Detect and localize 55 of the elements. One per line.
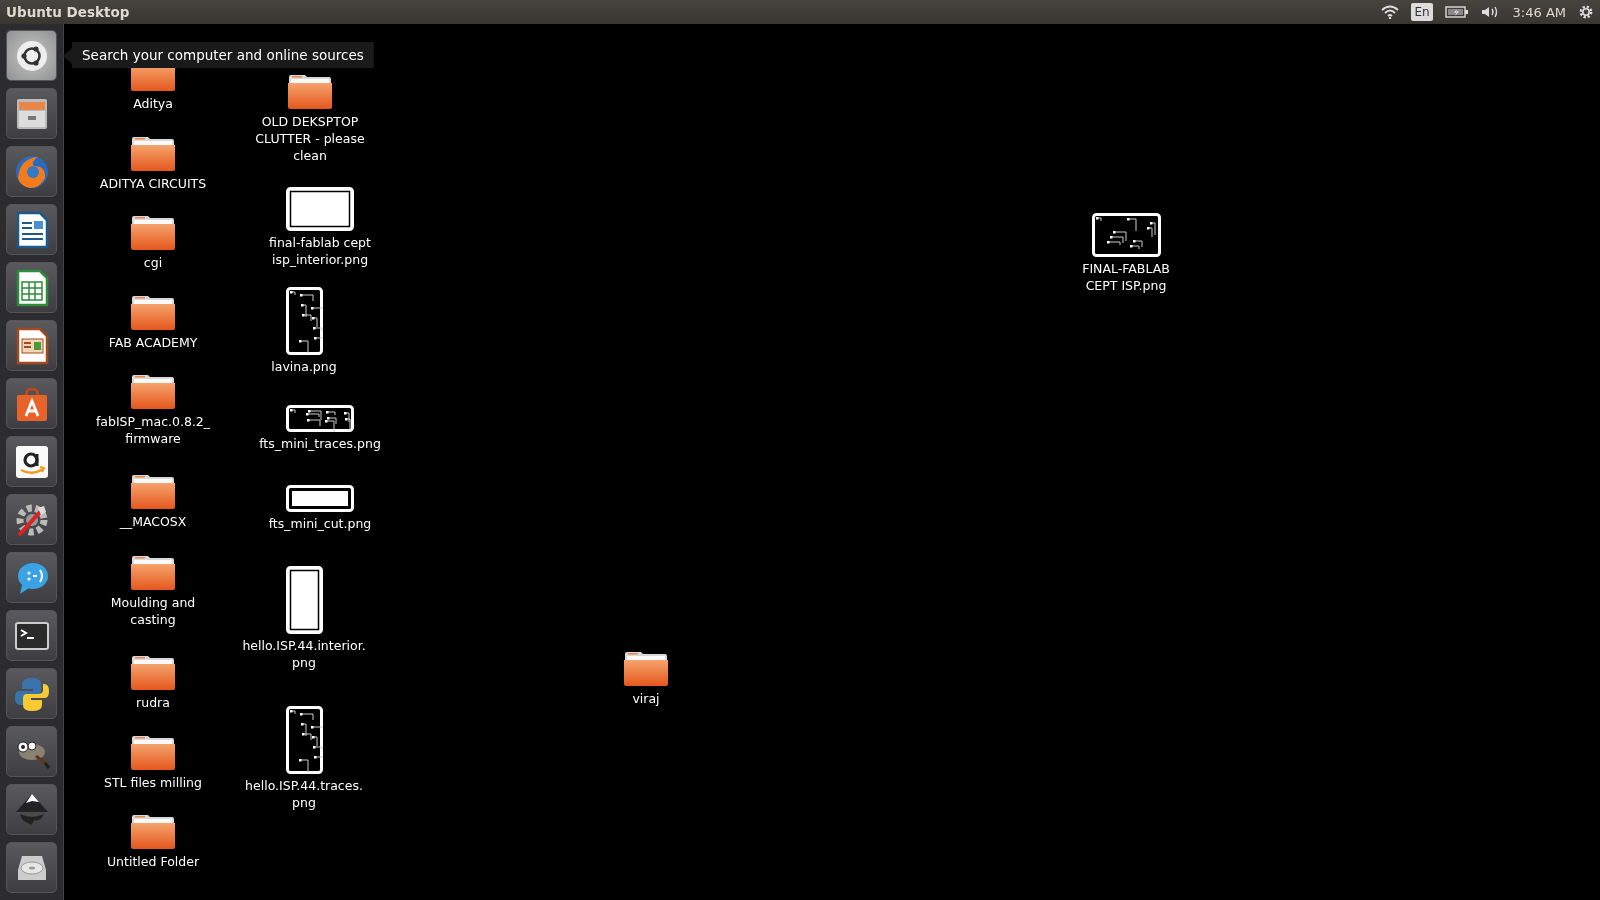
folder-name: ADITYA CIRCUITS — [99, 175, 207, 192]
image-thumbnail[interactable] — [1091, 213, 1161, 257]
folder-icon[interactable] — [130, 734, 176, 771]
folder-name: Untitled Folder — [106, 853, 200, 870]
launcher-item[interactable] — [6, 436, 57, 487]
image-thumbnail[interactable] — [286, 187, 354, 231]
folder-name: __MACOSX — [119, 513, 187, 530]
clock[interactable]: 3:46 AM — [1512, 4, 1566, 20]
gear-icon[interactable] — [1578, 4, 1594, 20]
battery-icon[interactable] — [1444, 6, 1469, 18]
file-name: fts_mini_traces.png — [259, 435, 381, 452]
folder-icon[interactable] — [130, 214, 176, 251]
folder-name: Moulding and casting — [109, 594, 197, 628]
wifi-icon[interactable] — [1381, 5, 1400, 19]
folder-name: cgi — [143, 254, 163, 271]
launcher-item[interactable] — [6, 262, 57, 313]
file-name: fts_mini_cut.png — [268, 515, 372, 532]
folder-icon[interactable] — [287, 73, 333, 110]
tooltip: Search your computer and online sources — [63, 42, 374, 68]
folder-icon[interactable] — [130, 554, 176, 591]
file-name: lavina.png — [271, 358, 337, 375]
folder-name: STL files milling — [104, 774, 202, 791]
folder-icon[interactable] — [130, 294, 176, 331]
folder-name: Aditya — [133, 95, 173, 112]
folder-name: rudra — [136, 694, 170, 711]
launcher-item[interactable] — [6, 30, 57, 81]
image-thumbnail[interactable] — [285, 566, 323, 634]
file-name: final-fablab cept isp_interior.png — [268, 234, 372, 268]
launcher-item[interactable] — [6, 378, 57, 429]
folder-name: viraj — [632, 690, 660, 707]
folder-icon[interactable] — [623, 650, 669, 687]
folder-icon[interactable] — [130, 135, 176, 172]
image-thumbnail[interactable] — [286, 405, 354, 432]
image-thumbnail[interactable] — [285, 287, 323, 355]
file-name: hello.ISP.44.traces.png — [244, 777, 364, 811]
folder-icon[interactable] — [130, 654, 176, 691]
image-thumbnail[interactable] — [285, 706, 323, 774]
launcher-item[interactable] — [6, 726, 57, 777]
launcher-item[interactable] — [6, 88, 57, 139]
launcher-item[interactable] — [6, 842, 57, 893]
folder-name: fabISP_mac.0.8.2_firmware — [94, 413, 212, 447]
window-title: Ubuntu Desktop — [6, 4, 130, 20]
folder-name: OLD DEKSPTOP CLUTTER - please clean — [254, 113, 366, 164]
launcher-item[interactable] — [6, 204, 57, 255]
folder-icon[interactable] — [130, 373, 176, 410]
folder-name: FAB ACADEMY — [108, 334, 198, 351]
folder-icon[interactable] — [130, 813, 176, 850]
file-name: hello.ISP.44.interior.png — [241, 637, 367, 671]
image-thumbnail[interactable] — [286, 485, 354, 512]
launcher-item[interactable] — [6, 320, 57, 371]
keyboard-layout-indicator[interactable]: En — [1411, 3, 1433, 21]
launcher-item[interactable] — [6, 668, 57, 719]
file-name: FINAL-FABLAB CEPT ISP.png — [1081, 260, 1171, 294]
launcher-item[interactable] — [6, 610, 57, 661]
folder-icon[interactable] — [130, 473, 176, 510]
